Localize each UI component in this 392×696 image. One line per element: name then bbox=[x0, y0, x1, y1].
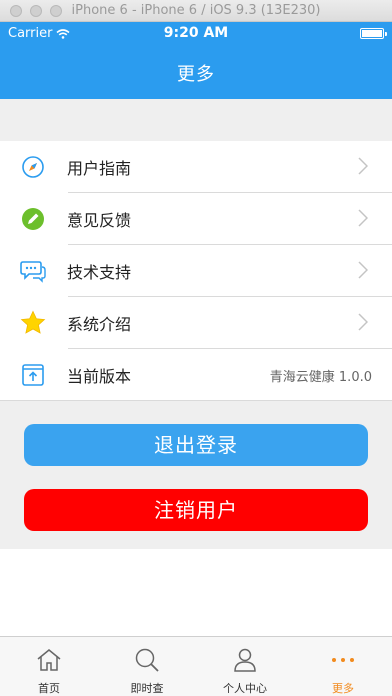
compass-icon bbox=[19, 153, 47, 181]
chevron-right-icon bbox=[358, 313, 369, 335]
section-spacer bbox=[0, 99, 392, 141]
more-dots-icon bbox=[329, 646, 357, 674]
menu-item-label: 用户指南 bbox=[67, 159, 132, 178]
tab-personal-center[interactable]: 个人中心 bbox=[196, 637, 294, 696]
app-header: Carrier 9:20 AM 更多 bbox=[0, 22, 392, 99]
menu-item-user-guide[interactable]: 用户指南 bbox=[0, 141, 392, 193]
chevron-right-icon bbox=[358, 261, 369, 283]
menu-item-system-intro[interactable]: 系统介绍 bbox=[0, 297, 392, 349]
tab-label: 更多 bbox=[332, 682, 354, 695]
page-title: 更多 bbox=[177, 64, 215, 85]
home-icon bbox=[35, 646, 63, 674]
menu-item-current-version[interactable]: 当前版本 青海云健康 1.0.0 bbox=[0, 349, 392, 401]
menu-item-label: 技术支持 bbox=[67, 263, 132, 282]
menu-item-label: 当前版本 bbox=[67, 367, 132, 386]
status-bar: Carrier 9:20 AM bbox=[0, 22, 392, 44]
menu-item-label: 意见反馈 bbox=[67, 211, 132, 230]
logout-button[interactable]: 退出登录 bbox=[24, 424, 368, 466]
tab-home[interactable]: 首页 bbox=[0, 637, 98, 696]
battery-icon bbox=[360, 28, 387, 39]
chevron-right-icon bbox=[358, 209, 369, 231]
chevron-right-icon bbox=[358, 157, 369, 179]
cancel-account-button[interactable]: 注销用户 bbox=[24, 489, 368, 531]
status-time: 9:20 AM bbox=[163, 25, 229, 41]
action-buttons-area: 退出登录 注销用户 bbox=[0, 401, 392, 549]
tab-label: 即时查 bbox=[130, 682, 164, 695]
menu-item-tech-support[interactable]: 技术支持 bbox=[0, 245, 392, 297]
tab-more[interactable]: 更多 bbox=[294, 637, 392, 696]
chat-bubbles-icon bbox=[19, 257, 47, 285]
menu-item-label: 系统介绍 bbox=[67, 315, 132, 334]
pencil-icon bbox=[19, 205, 47, 233]
upload-box-icon bbox=[19, 361, 47, 389]
tab-label: 个人中心 bbox=[223, 682, 267, 695]
settings-menu: 用户指南 意见反馈 技术支持 系统介绍 当前版本 青海云健康 1.0.0 bbox=[0, 141, 392, 401]
simulator-titlebar: iPhone 6 - iPhone 6 / iOS 9.3 (13E230) bbox=[0, 0, 392, 22]
tab-instant-query[interactable]: 即时查 bbox=[98, 637, 196, 696]
version-value: 青海云健康 1.0.0 bbox=[269, 369, 372, 385]
star-icon bbox=[19, 309, 47, 337]
tab-bar: 首页 即时查 个人中心 更多 bbox=[0, 636, 392, 696]
window-title: iPhone 6 - iPhone 6 / iOS 9.3 (13E230) bbox=[71, 3, 321, 18]
person-icon bbox=[231, 646, 259, 674]
menu-item-feedback[interactable]: 意见反馈 bbox=[0, 193, 392, 245]
search-icon bbox=[133, 646, 161, 674]
tab-label: 首页 bbox=[38, 682, 60, 695]
